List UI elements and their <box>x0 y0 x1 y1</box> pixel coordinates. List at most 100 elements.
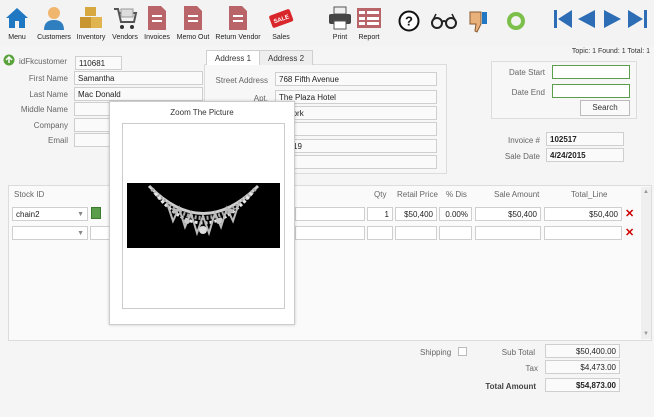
grid-scrollbar[interactable]: ▲ ▼ <box>641 187 651 339</box>
sale-amount-field-2[interactable] <box>475 226 541 240</box>
chevron-down-icon[interactable]: ▼ <box>77 210 84 219</box>
delete-row-icon[interactable]: ✕ <box>625 228 634 239</box>
report-button[interactable]: Report <box>349 0 389 41</box>
zoom-picture-popup: Zoom The Picture <box>109 101 295 325</box>
status-text: Topic: 1 Found: 1 Total: 1 <box>571 48 650 55</box>
header-discount: % Dis <box>446 190 467 199</box>
invoices-label: Invoices <box>144 34 170 41</box>
first-name-field[interactable]: Samantha <box>74 71 203 85</box>
total-amount-label: Total Amount <box>485 382 536 391</box>
qty-field-1[interactable]: 1 <box>367 207 393 221</box>
report-icon <box>356 4 382 32</box>
shipping-checkbox[interactable] <box>458 347 467 356</box>
invoice-number-label: Invoice # <box>507 136 540 145</box>
memo-out-label: Memo Out <box>176 34 210 41</box>
inventory-label: Inventory <box>76 34 106 41</box>
thumbs-down-icon[interactable] <box>467 10 489 36</box>
id-customer-label: idFkcustomer <box>19 57 68 66</box>
first-record-icon[interactable] <box>553 8 573 32</box>
cart-icon <box>112 4 138 32</box>
retail-price-field-2[interactable] <box>395 226 437 240</box>
email-field[interactable] <box>74 133 114 147</box>
subtotal-field[interactable]: $50,400.00 <box>545 344 620 358</box>
print-label: Print <box>332 34 348 41</box>
qty-field-2[interactable] <box>367 226 393 240</box>
zip-field[interactable]: 19 <box>275 139 437 153</box>
document-icon <box>180 4 206 32</box>
middle-name-field[interactable] <box>74 102 114 116</box>
country-field[interactable] <box>275 155 437 169</box>
last-name-field[interactable]: Mac Donald <box>74 87 203 101</box>
scroll-down-icon[interactable]: ▼ <box>643 331 649 337</box>
total-line-field-2[interactable] <box>544 226 622 240</box>
sales-button[interactable]: SALE Sales <box>261 0 301 41</box>
discount-field-2[interactable] <box>439 226 472 240</box>
delete-row-icon[interactable]: ✕ <box>625 209 634 220</box>
refresh-ring-icon[interactable] <box>505 10 527 34</box>
middle-name-label: Middle Name <box>20 105 68 114</box>
sales-label: Sales <box>272 34 290 41</box>
total-amount-field[interactable]: $54,873.00 <box>545 378 620 392</box>
id-customer-field[interactable]: 110681 <box>75 56 122 70</box>
scroll-up-icon[interactable]: ▲ <box>643 189 649 195</box>
document-icon <box>144 4 170 32</box>
company-label: Company <box>33 121 68 130</box>
help-icon[interactable]: ? <box>398 10 420 34</box>
return-vendor-button[interactable]: Return Vendor <box>215 0 261 41</box>
tab-address-1[interactable]: Address 1 <box>206 50 261 65</box>
glasses-icon[interactable] <box>431 13 457 31</box>
previous-record-icon[interactable] <box>576 8 596 32</box>
discount-field-1[interactable]: 0.00% <box>439 207 472 221</box>
vendors-label: Vendors <box>112 34 138 41</box>
subtotal-label: Sub Total <box>501 348 535 357</box>
zoom-field-2[interactable] <box>90 226 110 240</box>
stock-id-value: chain2 <box>16 210 40 219</box>
description-field-2[interactable] <box>295 226 365 240</box>
invoices-button[interactable]: Invoices <box>137 0 177 41</box>
stock-id-select-2[interactable]: ▼ <box>12 226 88 240</box>
search-button[interactable]: Search <box>580 100 630 116</box>
state-field[interactable] <box>275 122 437 136</box>
stock-id-select[interactable]: chain2 ▼ <box>12 207 88 221</box>
header-sale-amount: Sale Amount <box>494 190 540 199</box>
total-line-field-1[interactable]: $50,400 <box>544 207 622 221</box>
next-record-icon[interactable] <box>603 8 623 32</box>
necklace-image <box>127 183 280 248</box>
tax-field[interactable]: $4,473.00 <box>545 360 620 374</box>
tax-label: Tax <box>525 364 538 373</box>
description-field-1[interactable] <box>295 207 365 221</box>
add-customer-icon[interactable] <box>3 54 15 68</box>
last-name-label: Last Name <box>29 90 68 99</box>
user-icon <box>41 4 67 32</box>
sale-amount-field-1[interactable]: $50,400 <box>475 207 541 221</box>
customers-button[interactable]: Customers <box>34 0 74 41</box>
email-label: Email <box>47 136 68 145</box>
date-end-field[interactable] <box>552 84 630 98</box>
street-label: Street Address <box>215 76 268 85</box>
menu-button[interactable]: Menu <box>0 0 37 41</box>
header-retail-price: Retail Price <box>397 190 438 199</box>
zoom-picture-button[interactable] <box>91 207 101 219</box>
first-name-label: First Name <box>28 74 68 83</box>
sale-tag-icon: SALE <box>268 4 294 32</box>
retail-price-field-1[interactable]: $50,400 <box>395 207 437 221</box>
invoice-number-field[interactable]: 102517 <box>546 132 624 146</box>
apt-field[interactable]: The Plaza Hotel <box>275 90 437 104</box>
toolbar: Menu Customers Inventory Vendors Invoice… <box>0 0 654 46</box>
document-icon <box>225 4 251 32</box>
report-label: Report <box>358 34 380 41</box>
last-record-icon[interactable] <box>627 8 649 32</box>
street-field[interactable]: 768 Fifth Avenue <box>275 72 437 86</box>
svg-text:?: ? <box>405 14 413 29</box>
memo-out-button[interactable]: Memo Out <box>173 0 213 41</box>
header-total-line: Total_Line <box>571 190 608 199</box>
city-field[interactable]: York <box>275 106 437 120</box>
company-field[interactable] <box>74 118 114 132</box>
header-qty: Qty <box>374 190 387 199</box>
header-stock-id: Stock ID <box>14 190 45 199</box>
chevron-down-icon[interactable]: ▼ <box>77 229 84 238</box>
sale-date-field[interactable]: 4/24/2015 <box>546 148 624 162</box>
date-start-field[interactable] <box>552 65 630 79</box>
customers-label: Customers <box>37 34 71 41</box>
tab-address-2[interactable]: Address 2 <box>259 50 314 65</box>
